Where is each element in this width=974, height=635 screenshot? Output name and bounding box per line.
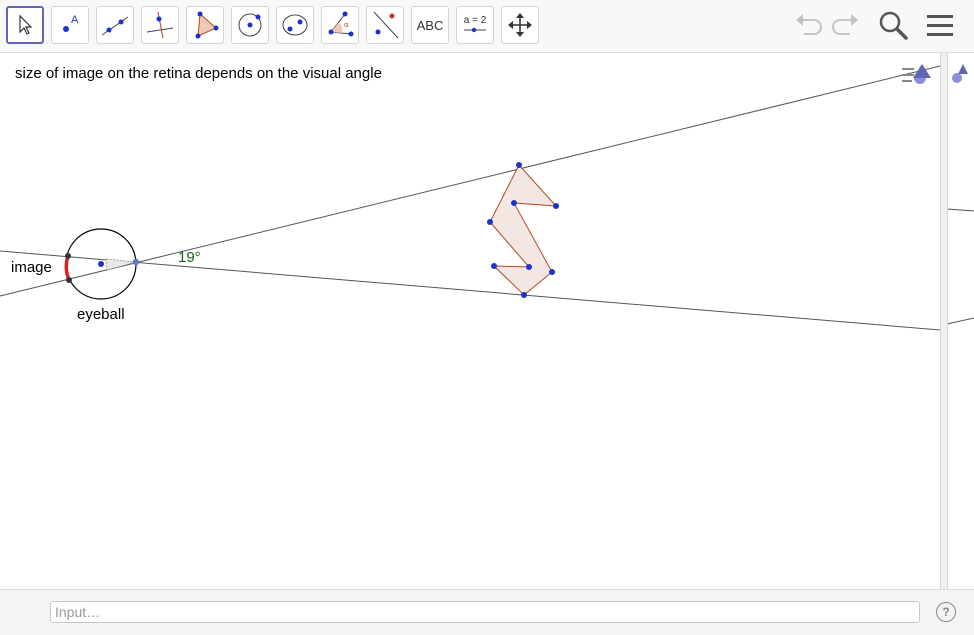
cursor-arrow-icon	[19, 14, 33, 35]
style-bar-icon	[902, 64, 968, 84]
search-button[interactable]	[876, 8, 910, 47]
polygon-vertex[interactable]	[487, 219, 493, 225]
upper-sight-line[interactable]	[0, 65, 941, 297]
slider-tool-button[interactable]: a = 2	[456, 6, 494, 44]
angle-icon: α	[328, 11, 354, 37]
polygon-vertex[interactable]	[549, 269, 555, 275]
perpendicular-line-icon	[146, 11, 174, 39]
circle-icon	[238, 13, 262, 37]
point-icon: A	[63, 14, 79, 32]
move-tool-button[interactable]	[6, 6, 44, 44]
polygon-vertex[interactable]	[491, 263, 497, 269]
polygon-icon	[195, 11, 219, 39]
reflect-tool-button[interactable]	[366, 6, 404, 44]
undo-icon	[796, 14, 822, 35]
graphics-view[interactable]	[0, 53, 974, 589]
algebra-input-field[interactable]: Input…	[50, 601, 920, 623]
polygon-vertex[interactable]	[553, 203, 559, 209]
redo-button[interactable]	[830, 8, 862, 47]
hamburger-menu-icon	[927, 15, 953, 36]
text-tool-label: ABC	[416, 17, 444, 33]
slider-tool-label: a = 2	[463, 15, 487, 26]
polygon-vertex[interactable]	[521, 292, 527, 298]
polygon-vertex[interactable]	[516, 162, 522, 168]
polygon-tool-button[interactable]	[186, 6, 224, 44]
view-divider[interactable]	[940, 53, 948, 589]
graphics2-line-lower	[946, 317, 974, 325]
line-icon	[101, 16, 129, 36]
polygon-vertex[interactable]	[511, 200, 517, 206]
lower-sight-line[interactable]	[0, 250, 941, 331]
angle-tool-button[interactable]: α	[321, 6, 359, 44]
search-icon	[879, 11, 908, 40]
eyeball-label[interactable]: eyeball	[77, 306, 125, 323]
point-image-top[interactable]	[65, 253, 71, 259]
input-bar: Input… ?	[0, 589, 974, 635]
point-image-bottom[interactable]	[66, 277, 72, 283]
reflect-icon	[373, 11, 399, 39]
line-tool-button[interactable]	[96, 6, 134, 44]
help-button[interactable]: ?	[936, 602, 956, 622]
toolbar: A α ABC a = 2	[0, 0, 974, 53]
undo-button[interactable]	[792, 8, 824, 47]
caption-text[interactable]: size of image on the retina depends on t…	[15, 65, 382, 82]
point-eye-center[interactable]	[98, 261, 104, 267]
style-bar-toggle[interactable]	[898, 60, 974, 99]
visual-angle-sector[interactable]	[105, 258, 137, 271]
image-label[interactable]: image	[11, 259, 52, 276]
perpendicular-line-tool-button[interactable]	[141, 6, 179, 44]
main-menu-button[interactable]	[924, 8, 956, 47]
ellipse-icon	[282, 14, 308, 36]
angle-label[interactable]: 19°	[178, 249, 201, 266]
redo-icon	[832, 14, 858, 35]
circle-tool-button[interactable]	[231, 6, 269, 44]
retina-image-arc[interactable]	[64, 255, 71, 281]
svg-text:α: α	[344, 21, 349, 29]
svg-text:A: A	[71, 14, 79, 26]
polygon-vertex[interactable]	[526, 264, 532, 270]
point-tool-button[interactable]: A	[51, 6, 89, 44]
move-arrows-icon	[508, 13, 532, 37]
conic-tool-button[interactable]	[276, 6, 314, 44]
point-lens[interactable]	[132, 258, 140, 266]
object-polygon[interactable]	[489, 164, 558, 296]
move-graphics-view-tool-button[interactable]	[501, 6, 539, 44]
text-tool-button[interactable]: ABC	[411, 6, 449, 44]
graphics2-line-upper	[946, 208, 974, 212]
slider-icon	[464, 27, 486, 33]
